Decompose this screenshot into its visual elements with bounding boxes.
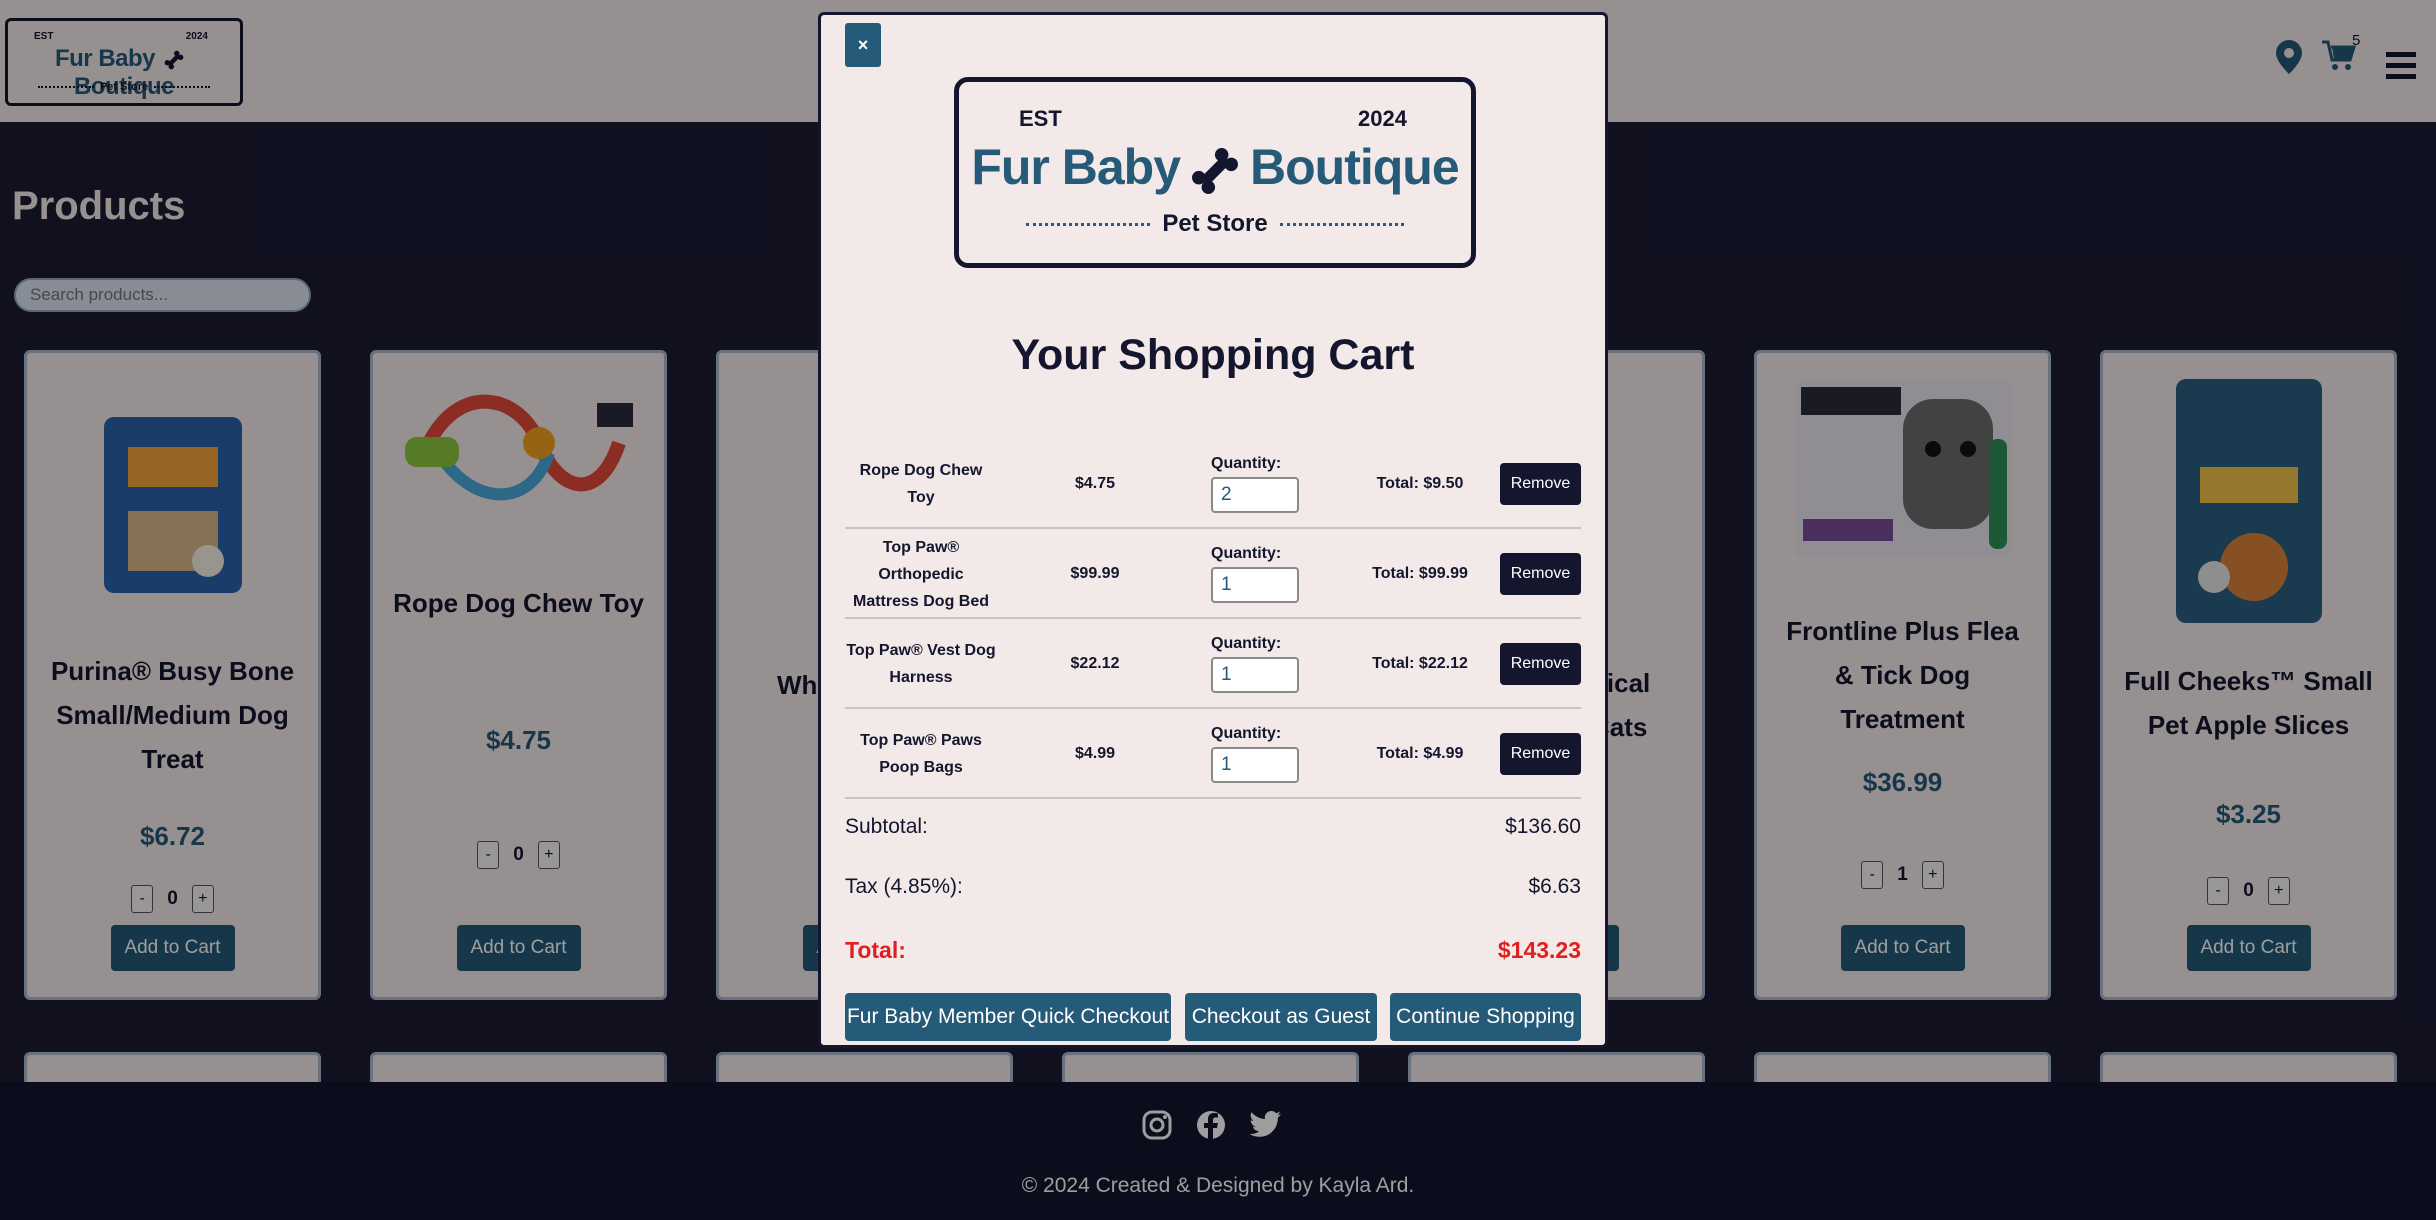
total-value: $143.23 — [1497, 937, 1581, 963]
total-row: Total: $143.23 — [845, 937, 1581, 964]
cart-item-row: Top Paw® Orthopedic Mattress Dog Bed $99… — [845, 529, 1581, 619]
cart-item-row: Top Paw® Paws Poop Bags $4.99 Quantity: … — [845, 709, 1581, 799]
guest-checkout-button[interactable]: Checkout as Guest — [1185, 993, 1377, 1041]
remove-button[interactable]: Remove — [1500, 733, 1581, 775]
modal-logo: EST 2024 Fur Baby Boutique Pet Store — [954, 77, 1476, 268]
quantity-input[interactable]: 1 — [1211, 657, 1299, 693]
quantity-label: Quantity: — [1211, 635, 1282, 652]
tax-label: Tax (4.85%): — [845, 875, 963, 898]
logo-est: EST — [1019, 106, 1062, 131]
cart-item-name: Top Paw® Vest Dog Harness — [846, 642, 996, 686]
cart-item-price: $22.12 — [1070, 655, 1120, 672]
quantity-label: Quantity: — [1211, 545, 1282, 562]
subtotal-value: $136.60 — [1505, 815, 1581, 838]
quantity-label: Quantity: — [1211, 455, 1282, 472]
quantity-input[interactable]: 1 — [1211, 747, 1299, 783]
cart-item-total: Total: $9.50 — [1376, 475, 1464, 492]
cart-item-row: Top Paw® Vest Dog Harness $22.12 Quantit… — [845, 619, 1581, 709]
cart-item-row: Rope Dog Chew Toy $4.75 Quantity: 2 Tota… — [845, 439, 1581, 529]
cart-item-total: Total: $99.99 — [1372, 565, 1468, 582]
cart-item-name: Rope Dog Chew Toy — [859, 462, 983, 506]
logo-year: 2024 — [1358, 106, 1407, 131]
subtotal-label: Subtotal: — [845, 815, 928, 838]
cart-item-total: Total: $22.12 — [1372, 655, 1468, 672]
cart-item-price: $4.99 — [1074, 745, 1116, 762]
cart-item-name: Top Paw® Paws Poop Bags — [860, 732, 982, 776]
cart-item-total: Total: $4.99 — [1376, 745, 1464, 762]
shopping-cart-modal: × EST 2024 Fur Baby Boutique Pet Store Yo… — [818, 12, 1608, 1048]
quantity-label: Quantity: — [1211, 725, 1282, 742]
logo-name: Fur BabyBoutique — [959, 138, 1471, 198]
remove-button[interactable]: Remove — [1500, 463, 1581, 505]
remove-button[interactable]: Remove — [1500, 553, 1581, 595]
cart-item-price: $4.75 — [1074, 475, 1116, 492]
bone-icon — [1192, 147, 1239, 194]
quantity-input[interactable]: 2 — [1211, 477, 1299, 513]
cart-item-price: $99.99 — [1070, 565, 1120, 582]
member-checkout-button[interactable]: Fur Baby Member Quick Checkout — [845, 993, 1171, 1041]
quantity-input[interactable]: 1 — [1211, 567, 1299, 603]
cart-item-name: Top Paw® Orthopedic Mattress Dog Bed — [852, 538, 990, 610]
tax-value: $6.63 — [1528, 875, 1581, 898]
close-button[interactable]: × — [845, 23, 881, 67]
remove-button[interactable]: Remove — [1500, 643, 1581, 685]
total-label: Total: — [845, 937, 906, 963]
logo-tagline: Pet Store — [959, 210, 1471, 238]
tax-row: Tax (4.85%): $6.63 — [845, 875, 1581, 899]
subtotal-row: Subtotal: $136.60 — [845, 815, 1581, 839]
cart-title: Your Shopping Cart — [1011, 331, 1415, 379]
continue-shopping-button[interactable]: Continue Shopping — [1390, 993, 1581, 1041]
